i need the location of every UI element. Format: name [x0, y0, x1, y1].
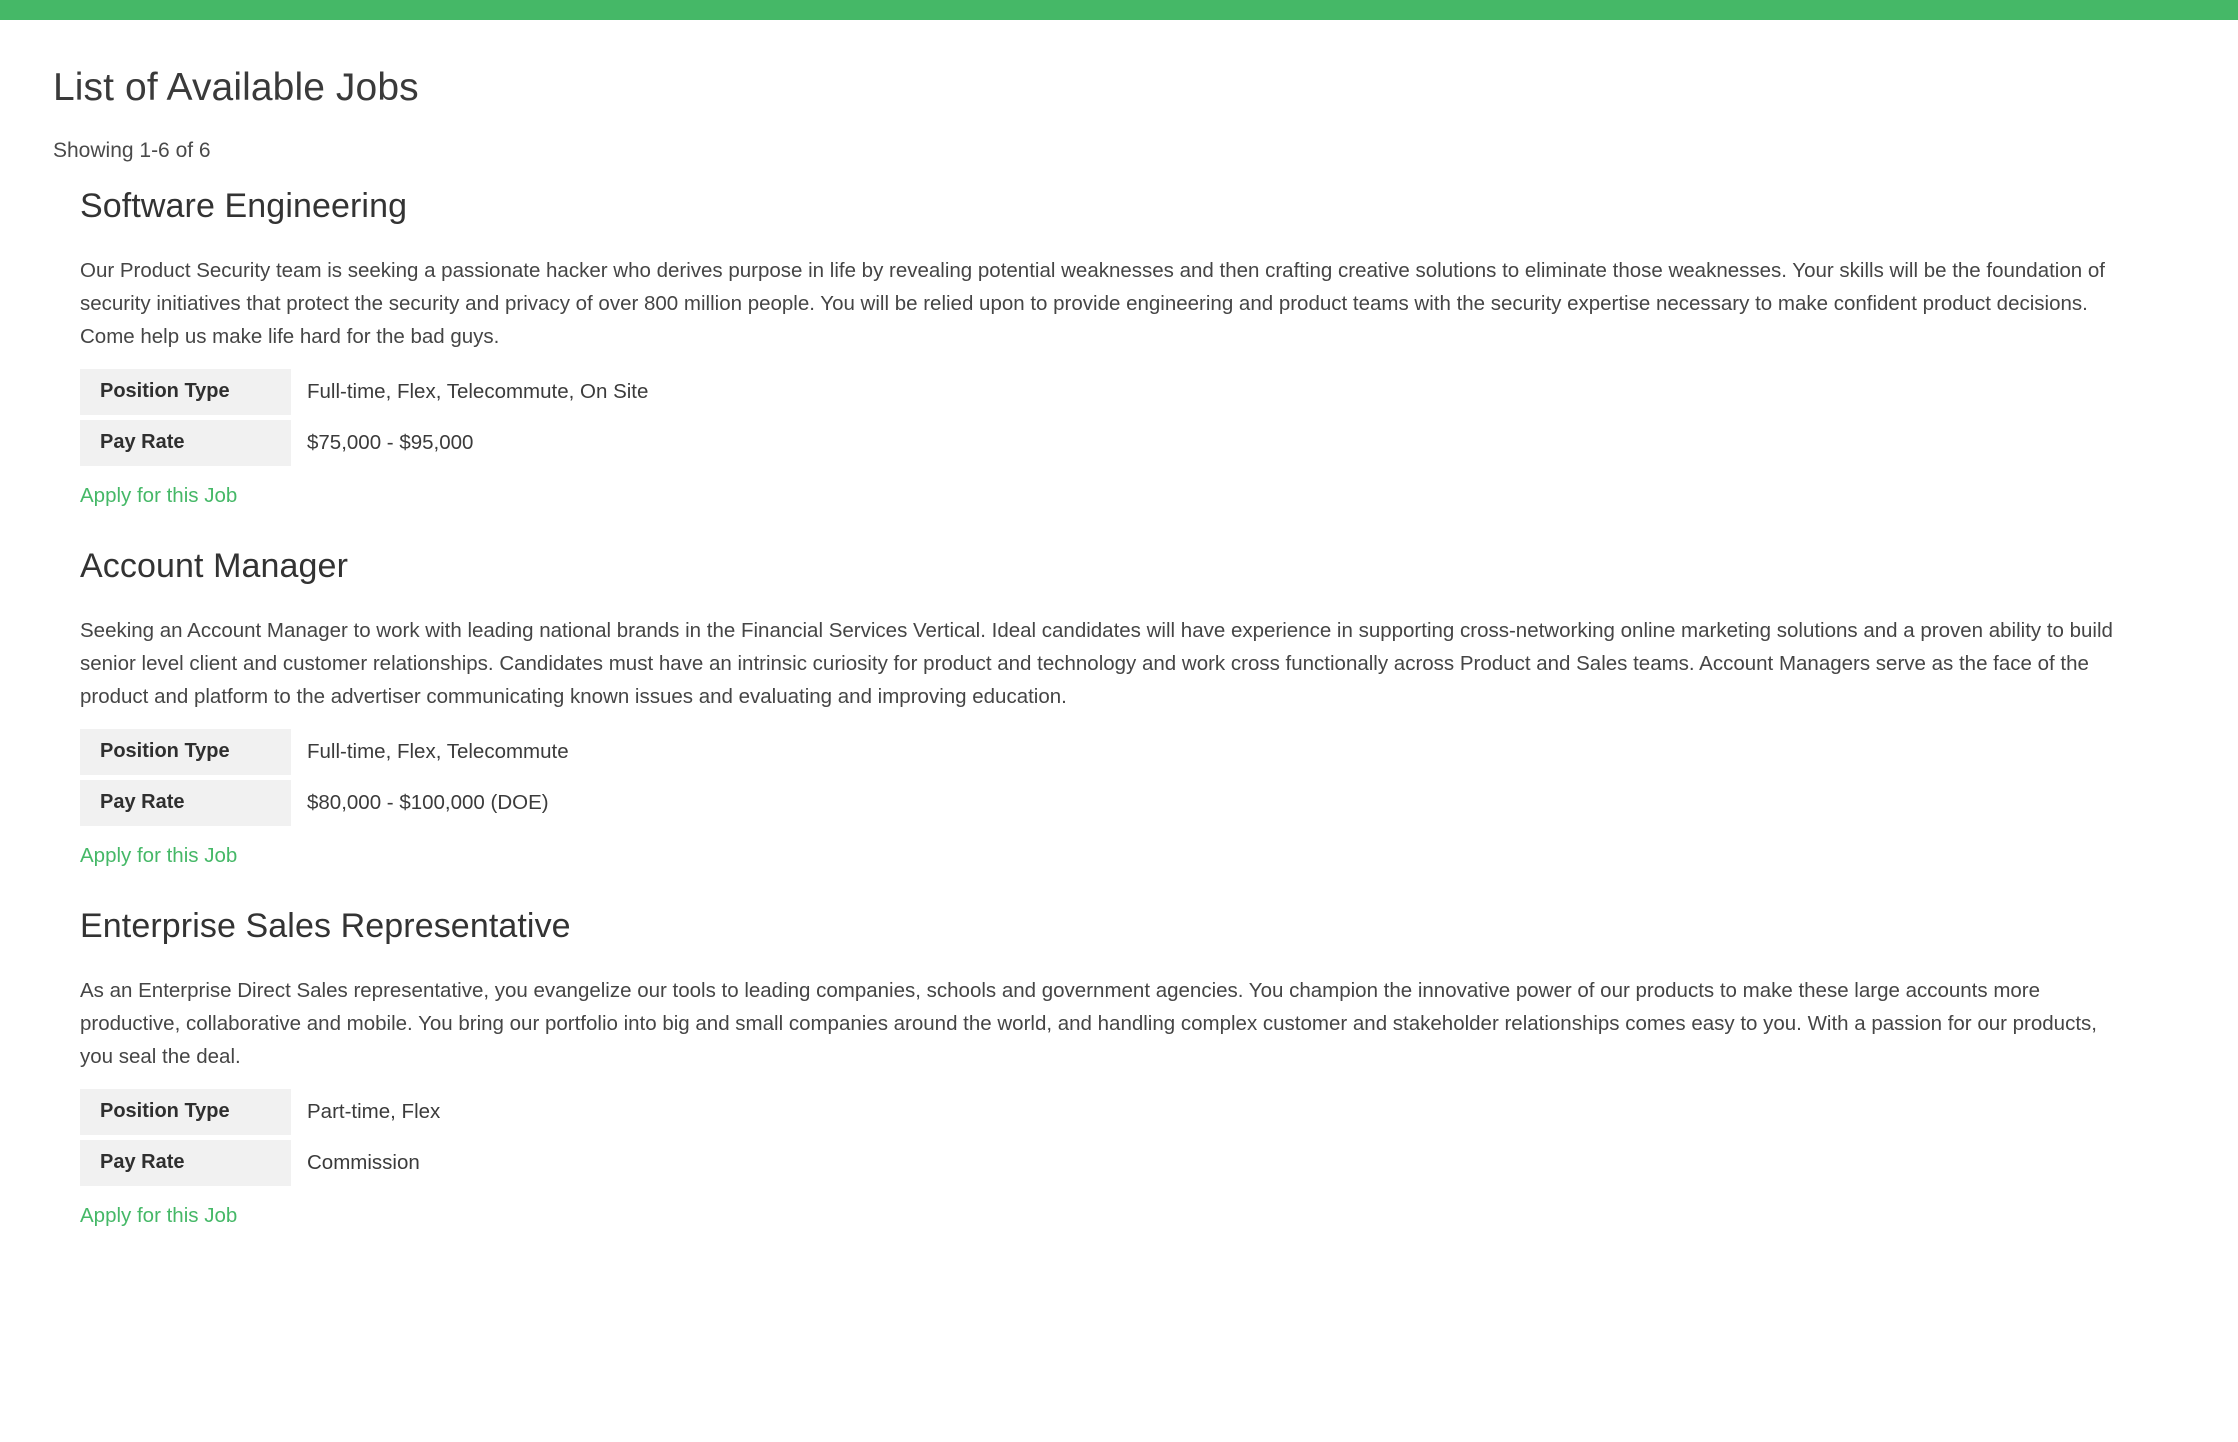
pay-rate-label: Pay Rate [80, 419, 291, 466]
apply-for-this-job-link[interactable]: Apply for this Job [80, 1203, 237, 1230]
job-listing: Account Manager Seeking an Account Manag… [0, 545, 2238, 869]
position-type-label: Position Type [80, 1088, 291, 1135]
position-type-value: Full-time, Flex, Telecommute [307, 739, 569, 763]
results-count: Showing 1-6 of 6 [53, 138, 211, 162]
table-row: Pay Rate $80,000 - $100,000 (DOE) [80, 779, 585, 826]
pay-rate-value: Commission [307, 1150, 420, 1174]
job-description: As an Enterprise Direct Sales representa… [80, 978, 2097, 1068]
table-row: Pay Rate $75,000 - $95,000 [80, 419, 664, 466]
job-description: Seeking an Account Manager to work with … [80, 618, 2113, 708]
job-details-table: Position Type Part-time, Flex Pay Rate C… [80, 1084, 456, 1191]
table-row: Pay Rate Commission [80, 1139, 456, 1186]
table-row: Position Type Full-time, Flex, Telecommu… [80, 368, 664, 415]
pay-rate-label: Pay Rate [80, 1139, 291, 1186]
table-row: Position Type Full-time, Flex, Telecommu… [80, 728, 585, 775]
pay-rate-value: $80,000 - $100,000 (DOE) [307, 790, 549, 814]
job-title: Account Manager [80, 547, 348, 586]
job-title: Enterprise Sales Representative [80, 907, 571, 946]
top-accent-bar [0, 0, 2238, 20]
position-type-value: Part-time, Flex [307, 1099, 441, 1123]
page-title: List of Available Jobs [53, 66, 419, 109]
apply-for-this-job-link[interactable]: Apply for this Job [80, 843, 237, 870]
job-listing: Enterprise Sales Representative As an En… [0, 905, 2238, 1229]
table-row: Position Type Part-time, Flex [80, 1088, 456, 1135]
job-listing: Software Engineering Our Product Securit… [0, 185, 2238, 509]
position-type-value: Full-time, Flex, Telecommute, On Site [307, 379, 649, 403]
page-content: List of Available Jobs Showing 1-6 of 6 … [0, 20, 2238, 1230]
apply-for-this-job-link[interactable]: Apply for this Job [80, 483, 237, 510]
job-details-table: Position Type Full-time, Flex, Telecommu… [80, 364, 664, 471]
jobs-list: Software Engineering Our Product Securit… [0, 163, 2238, 1229]
job-description: Our Product Security team is seeking a p… [80, 258, 2105, 348]
position-type-label: Position Type [80, 728, 291, 775]
job-details-table: Position Type Full-time, Flex, Telecommu… [80, 724, 585, 831]
pay-rate-value: $75,000 - $95,000 [307, 430, 474, 454]
position-type-label: Position Type [80, 368, 291, 415]
pay-rate-label: Pay Rate [80, 779, 291, 826]
job-title: Software Engineering [80, 187, 408, 226]
